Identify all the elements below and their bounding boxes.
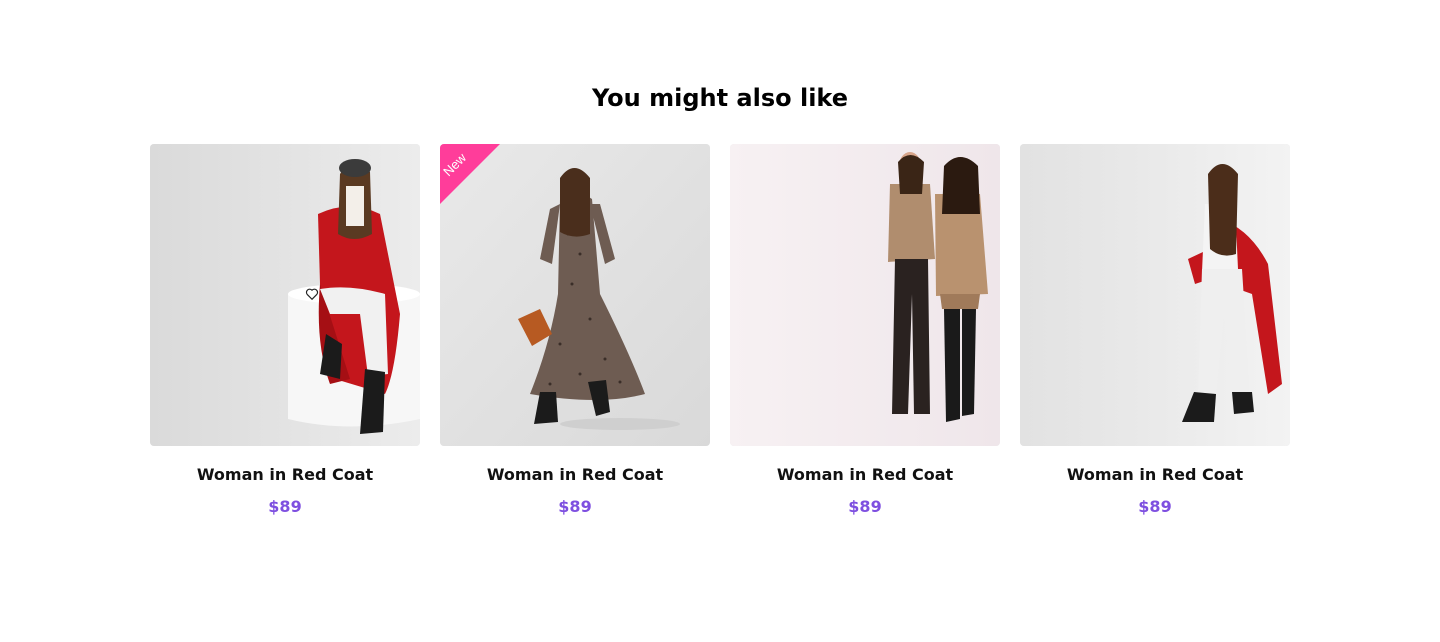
new-badge: New bbox=[440, 144, 500, 204]
product-price: $89 bbox=[558, 497, 592, 516]
product-image[interactable] bbox=[150, 144, 420, 446]
related-products-section: You might also like Woman in Red Coat $8… bbox=[0, 0, 1440, 642]
wishlist-heart-icon[interactable] bbox=[305, 287, 319, 301]
product-photo-woman-red-coat-standing bbox=[1020, 144, 1290, 446]
product-photo-woman-red-coat-seated bbox=[150, 144, 420, 446]
product-photo-two-women-beige-suits bbox=[730, 144, 1000, 446]
section-title: You might also like bbox=[591, 84, 849, 112]
product-card[interactable]: Woman in Red Coat $89 bbox=[1020, 144, 1290, 524]
product-card[interactable]: Woman in Red Coat $89 bbox=[150, 144, 420, 524]
product-price: $89 bbox=[1138, 497, 1172, 516]
product-name[interactable]: Woman in Red Coat bbox=[440, 464, 710, 486]
product-card[interactable]: Woman in Red Coat $89 bbox=[730, 144, 1000, 524]
product-name[interactable]: Woman in Red Coat bbox=[1020, 464, 1290, 486]
product-image[interactable] bbox=[730, 144, 1000, 446]
product-price: $89 bbox=[268, 497, 302, 516]
product-name[interactable]: Woman in Red Coat bbox=[150, 464, 420, 486]
product-name[interactable]: Woman in Red Coat bbox=[730, 464, 1000, 486]
product-image[interactable] bbox=[1020, 144, 1290, 446]
product-price: $89 bbox=[848, 497, 882, 516]
product-image[interactable]: New bbox=[440, 144, 710, 446]
product-card[interactable]: New Woman in Red Coat $89 bbox=[440, 144, 710, 524]
